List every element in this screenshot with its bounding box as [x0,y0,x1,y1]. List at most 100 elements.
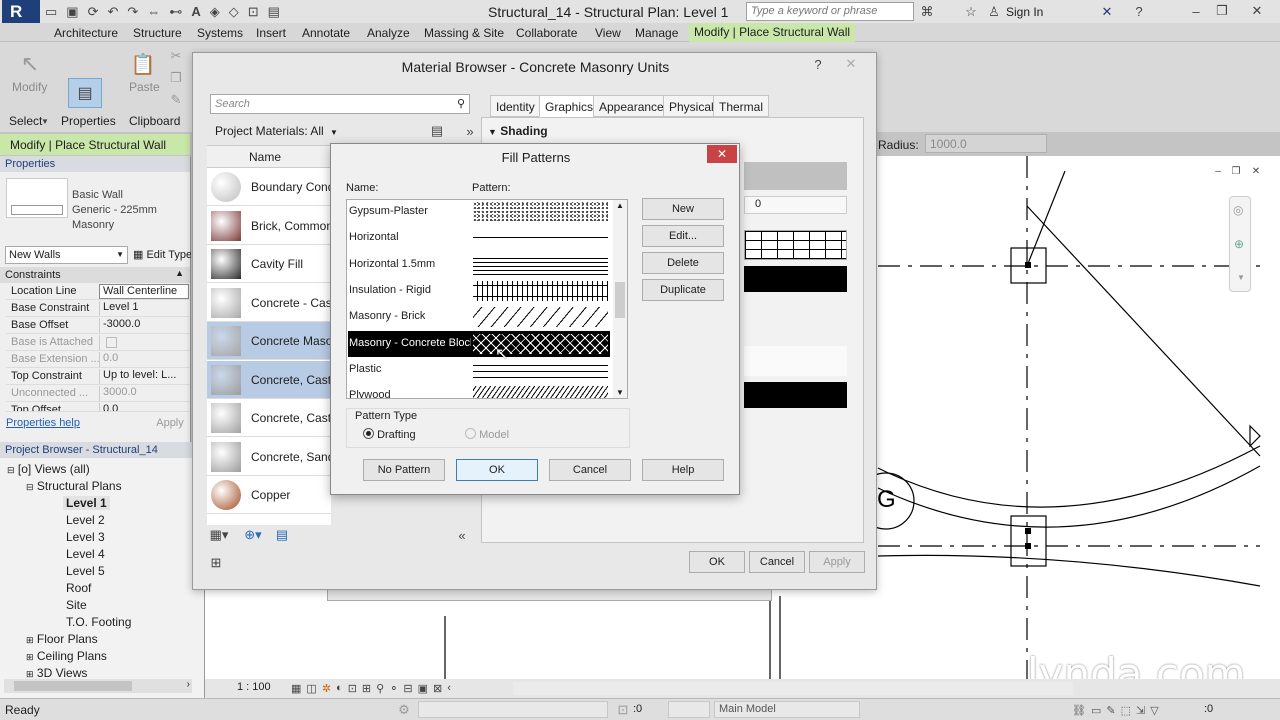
selection-icons[interactable]: ⛓ ▭ ✎ ⬚ ⇲ ▽ [1072,702,1202,718]
properties-help-link[interactable]: Properties help [6,417,80,429]
save-icon[interactable]: ▣ [66,4,78,20]
temp-hide-icon[interactable]: ⚬ [389,682,398,695]
prop-row[interactable]: Top Offset 0.0 [6,402,190,412]
tree-level-5[interactable]: Level 5 [66,564,105,578]
select-links-icon[interactable]: ⛓ [1072,704,1086,717]
select-label[interactable]: Select [9,114,42,128]
material-ok-button[interactable]: OK [689,551,745,573]
library-icon[interactable]: ▤ [273,527,291,543]
delete-pattern-button[interactable]: Delete [642,252,724,274]
material-filter[interactable]: Project Materials: All ▼ [210,121,340,141]
view-scrollbar[interactable] [513,682,1073,695]
sync-icon[interactable]: ⟳ [88,4,99,20]
prop-value[interactable]: Wall Centerline [99,284,189,299]
modify-label[interactable]: Modify [12,80,47,94]
prop-row[interactable]: Location Line Wall Centerline [6,283,190,300]
search-input[interactable]: Type a keyword or phrase [751,5,877,17]
tree-views-all[interactable]: ⊟ [o] Views (all) [7,462,90,476]
pattern-row[interactable]: Insulation - Rigid [348,278,610,304]
select-dropdown-icon[interactable]: ▼ [40,114,50,128]
pattern-row[interactable]: Masonry - Brick [348,304,610,330]
surface-pattern-preview[interactable] [744,230,847,260]
pattern-row[interactable]: Plastic [348,357,610,383]
tree-floor-plans[interactable]: ⊞ Floor Plans [26,632,98,646]
tab-annotate[interactable]: Annotate [302,25,350,41]
shading-color-swatch[interactable] [744,162,847,190]
undo-icon[interactable]: ↶ [108,4,119,20]
prop-row[interactable]: Base Constraint Level 1 [6,300,190,317]
duplicate-pattern-button[interactable]: Duplicate [642,279,724,301]
tree-level-2[interactable]: Level 2 [66,513,105,527]
asset-browser-icon[interactable]: ⊕▾ [241,527,265,543]
paste-label[interactable]: Paste [129,80,160,94]
restore-icon[interactable]: ❐ [1212,2,1232,20]
no-pattern-button[interactable]: No Pattern [363,459,445,481]
material-row[interactable]: Concrete, Cast-in-Place [207,399,331,437]
view-control-icons[interactable]: ▦ ◫ ✲ ◐ ⊡ ⊞ ⚲ ⚬ ⊟ ▣ ⊠ ‹ [291,680,513,696]
redo-icon[interactable]: ↷ [127,4,138,20]
restore-view-icon[interactable]: ❐ [1229,164,1243,178]
material-cancel-button[interactable]: Cancel [749,551,805,573]
new-pattern-button[interactable]: New [642,198,724,220]
drag-elements-icon[interactable]: ⇲ [1136,704,1145,717]
filter-icon[interactable]: ▽ [1150,704,1158,717]
tab-analyze[interactable]: Analyze [367,25,410,41]
open-icon[interactable]: ▭ [45,4,57,20]
reveal-hidden-icon[interactable]: ⊟ [403,682,412,695]
material-apply-button[interactable]: Apply [809,551,865,573]
radius-field[interactable]: 1000.0 [925,134,1047,153]
sign-in-link[interactable]: Sign In [1006,5,1043,19]
tree-to-footing[interactable]: T.O. Footing [66,615,131,629]
material-row[interactable]: Concrete - Cast-in-Place [207,284,331,322]
material-row[interactable]: Concrete, Sand/Cement [207,438,331,476]
expand-panel-icon[interactable]: » [463,123,477,139]
cut-icon[interactable]: ✂ [168,48,184,64]
match-icon[interactable]: ✎ [168,92,184,108]
prop-value[interactable]: Up to level: L... [99,369,189,384]
detail-level-icon[interactable]: ▦ [291,682,301,695]
properties-tool-icon[interactable]: ▤ [68,78,102,108]
exchange-icon[interactable]: ✕ [1098,3,1116,20]
visual-style-icon[interactable]: ◫ [306,682,316,695]
navigation-bar[interactable]: ◎ ⊕ ▼ [1229,196,1251,292]
scroll-right-icon[interactable]: › [187,679,190,690]
user-icon[interactable]: ♙ [986,3,1002,20]
select-face-icon[interactable]: ⬚ [1121,704,1131,717]
highlight-icon[interactable]: ⊠ [433,682,442,695]
select-underlay-icon[interactable]: ▭ [1091,704,1101,717]
drafting-radio[interactable]: Drafting [363,428,416,441]
surface-pattern-color[interactable] [744,266,847,292]
text-icon[interactable]: A [191,4,200,19]
crop-icon[interactable]: ⊡ [348,682,357,695]
tab-systems[interactable]: Systems [197,25,243,41]
material-row[interactable]: Brick, Common [207,207,331,245]
binoculars-icon[interactable]: ⌘ [918,3,936,20]
tree-level-3[interactable]: Level 3 [66,530,105,544]
fill-patterns-close-button[interactable]: ✕ [707,145,737,163]
create-material-icon[interactable]: ▦▾ [209,527,229,543]
prop-value[interactable]: -3000.0 [99,318,189,333]
zoom-icon[interactable]: ⊕ [1234,237,1244,251]
scrollbar-thumb[interactable] [615,282,625,318]
pattern-row[interactable]: Plywood [348,383,610,398]
model-radio[interactable]: Model [465,428,509,441]
transparency-field[interactable]: 0 [744,196,847,214]
view-scale[interactable]: 1 : 100 [237,681,271,693]
tab-identity[interactable]: Identity [490,95,541,117]
measure-icon[interactable]: ⇔ [147,4,160,19]
nav-dropdown-icon[interactable]: ▼ [1237,273,1245,282]
app-logo[interactable]: R [2,0,40,23]
cut-pattern-color[interactable] [744,382,847,408]
main-model-dropdown[interactable]: Main Model [714,701,860,718]
dialog-close-icon[interactable]: ✕ [839,55,863,73]
material-row[interactable]: Boundary Conditions [207,168,331,206]
prop-row[interactable]: Top Constraint Up to level: L... [6,368,190,385]
switch-windows-icon[interactable]: ▤ [268,4,280,20]
tree-level-4[interactable]: Level 4 [66,547,105,561]
quick-access-icons[interactable]: ▭ ▣ ⟳ ↶ ↷ ⇔ ⊷ A ◈ ◇ ⊡ ▤ [45,3,460,20]
pattern-row[interactable]: Gypsum-Plaster [348,199,610,225]
material-search-input[interactable]: Search [215,98,250,110]
pattern-row[interactable]: Horizontal 1.5mm [348,252,610,278]
tab-collaborate[interactable]: Collaborate [516,25,577,41]
constraints-header[interactable]: Constraints ▲ [0,267,190,283]
